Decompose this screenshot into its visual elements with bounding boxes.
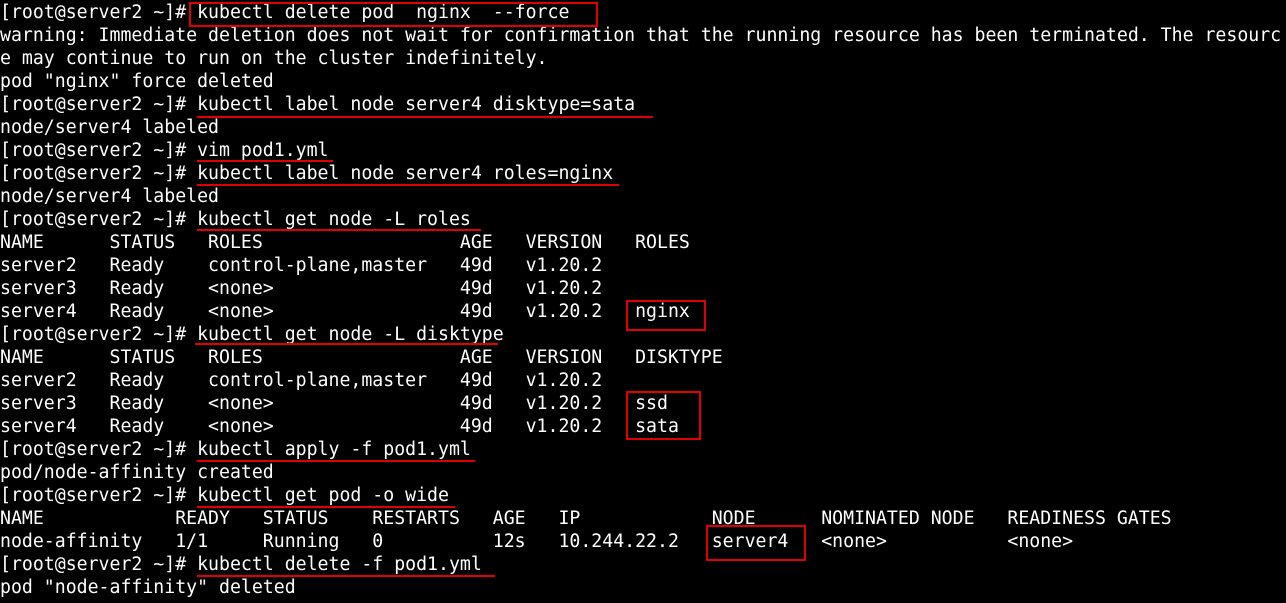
highlight-underline	[197, 116, 653, 118]
command-text: kubectl label node server4 roles=nginx	[197, 163, 614, 184]
command-text: kubectl apply -f pod1.yml	[197, 439, 471, 460]
output-line: node/server4 labeled	[0, 186, 219, 207]
command-text: kubectl get node -L disktype	[197, 324, 504, 345]
table-row: server3 Ready <none> 49d v1.20.2 ssd	[0, 393, 668, 414]
highlight-underline	[197, 575, 495, 577]
shell-prompt: [root@server2 ~]#	[0, 94, 198, 115]
command-text: vim pod1.yml	[197, 140, 329, 161]
output-line: pod "nginx" force deleted	[0, 71, 274, 92]
table-header-row: NAME STATUS ROLES AGE VERSION DISKTYPE	[0, 347, 723, 368]
command-text: kubectl delete -f pod1.yml	[197, 554, 482, 575]
shell-prompt: [root@server2 ~]#	[0, 439, 198, 460]
terminal-line: [root@server2 ~]# kubectl apply -f pod1.…	[0, 438, 471, 461]
terminal-line: [root@server2 ~]# vim pod1.yml	[0, 139, 329, 162]
shell-prompt: [root@server2 ~]#	[0, 163, 198, 184]
terminal-window[interactable]: [root@server2 ~]# kubectl delete pod ngi…	[0, 0, 1286, 603]
terminal-line: [root@server2 ~]# kubectl delete -f pod1…	[0, 553, 482, 576]
table-row: server2 Ready control-plane,master 49d v…	[0, 255, 603, 276]
highlight-underline	[197, 229, 481, 231]
terminal-line: [root@server2 ~]# kubectl get node -L ro…	[0, 208, 471, 231]
terminal-line: [root@server2 ~]# kubectl label node ser…	[0, 162, 613, 185]
table-header-row: NAME STATUS ROLES AGE VERSION ROLES	[0, 232, 690, 253]
highlight-underline	[197, 506, 455, 508]
command-text: kubectl label node server4 disktype=sata	[197, 94, 636, 115]
output-line: warning: Immediate deletion does not wai…	[0, 25, 1282, 46]
table-row: server2 Ready control-plane,master 49d v…	[0, 370, 603, 391]
highlight-underline	[197, 184, 619, 186]
shell-prompt: [root@server2 ~]#	[0, 324, 198, 345]
shell-prompt: [root@server2 ~]#	[0, 2, 198, 23]
table-row: server3 Ready <none> 49d v1.20.2	[0, 278, 603, 299]
command-text: kubectl get pod -o wide	[197, 485, 449, 506]
table-row: node-affinity 1/1 Running 0 12s 10.244.2…	[0, 531, 1074, 552]
shell-prompt: [root@server2 ~]#	[0, 554, 198, 575]
highlight-underline	[197, 160, 333, 162]
output-line: node/server4 labeled	[0, 117, 219, 138]
output-line: pod "node-affinity" deleted	[0, 577, 296, 598]
highlight-underline	[195, 343, 498, 345]
shell-prompt: [root@server2 ~]#	[0, 140, 198, 161]
shell-prompt: [root@server2 ~]#	[0, 485, 198, 506]
terminal-line: [root@server2 ~]# kubectl get pod -o wid…	[0, 484, 449, 507]
output-line: e may continue to run on the cluster ind…	[0, 48, 548, 69]
highlight-underline	[197, 460, 475, 462]
table-header-row: NAME READY STATUS RESTARTS AGE IP NODE N…	[0, 508, 1172, 529]
terminal-line: [root@server2 ~]# kubectl label node ser…	[0, 93, 635, 116]
highlight-box	[706, 525, 806, 561]
command-text: kubectl get node -L roles	[197, 209, 471, 230]
output-line: pod/node-affinity created	[0, 462, 274, 483]
shell-prompt: [root@server2 ~]#	[0, 209, 198, 230]
table-row: server4 Ready <none> 49d v1.20.2 nginx	[0, 301, 690, 322]
table-row: server4 Ready <none> 49d v1.20.2 sata	[0, 416, 679, 437]
highlight-box	[626, 300, 706, 331]
highlight-box	[189, 2, 598, 27]
highlight-box	[626, 391, 701, 440]
